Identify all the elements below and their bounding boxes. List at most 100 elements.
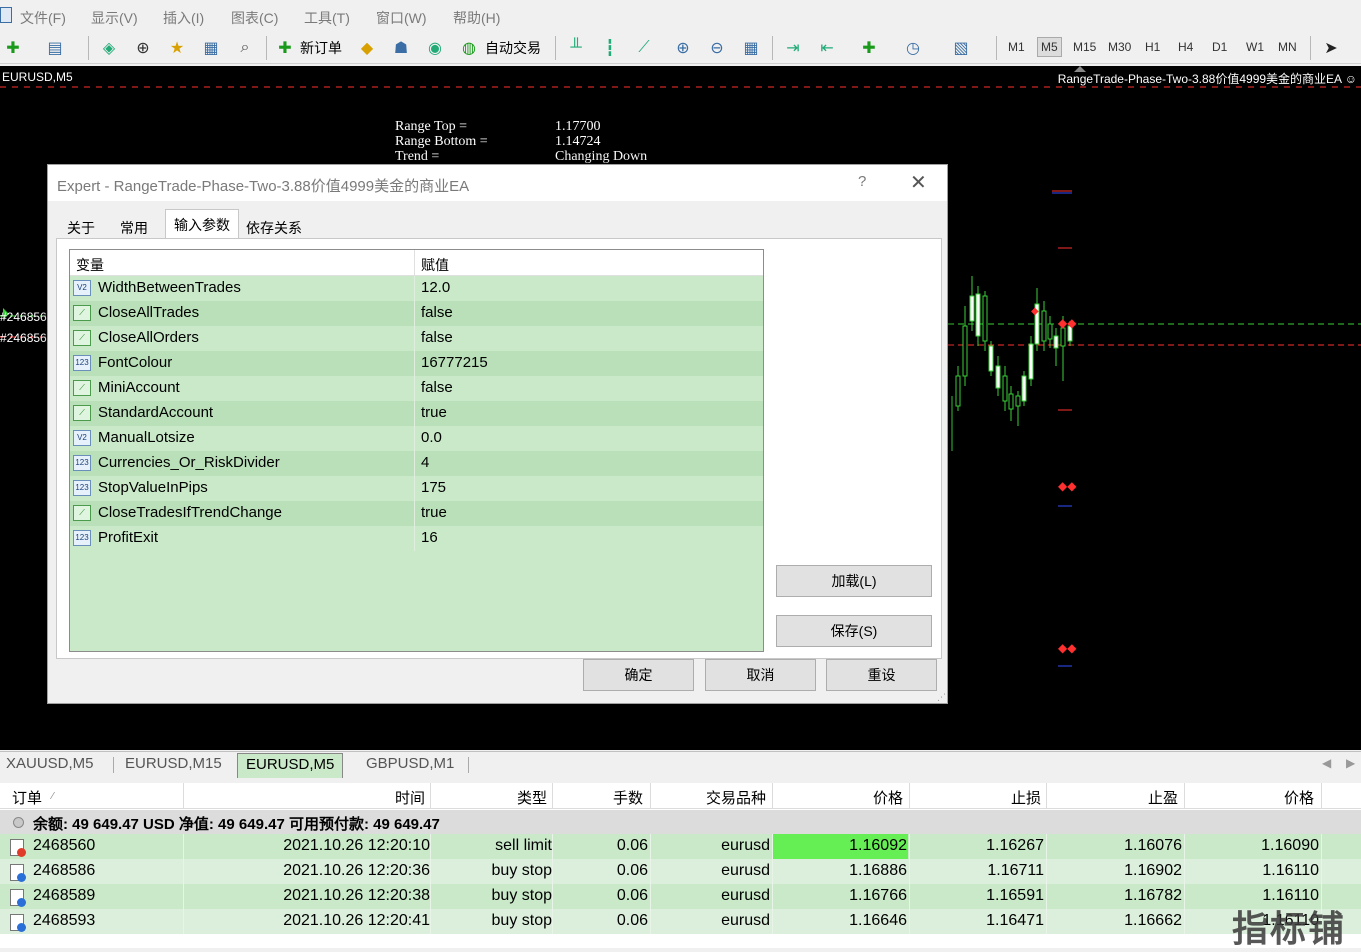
col-current-price[interactable]: 价格 [1284, 787, 1314, 808]
strategy-tester-icon[interactable]: ⌕ [232, 35, 258, 61]
parameter-value[interactable]: 16 [421, 529, 438, 546]
resize-grip-icon[interactable]: ⋰ [937, 692, 946, 703]
indicators-icon[interactable]: ✚ [856, 35, 882, 61]
data-window-icon[interactable]: ⊕ [130, 35, 156, 61]
chart-ea-label[interactable]: RangeTrade-Phase-Two-3.88价值4999美金的商业EA ☺ [1058, 70, 1357, 87]
tab-dependencies[interactable]: 依存关系 [237, 212, 311, 238]
signals-icon[interactable]: ☗ [388, 35, 414, 61]
metaeditor-icon[interactable]: ◆ [354, 35, 380, 61]
bar-chart-icon[interactable]: ╨ [563, 35, 589, 61]
balance-row[interactable]: 余额: 49 649.47 USD 净值: 49 649.47 可用预付款: 4… [0, 810, 1361, 834]
templates-icon[interactable]: ▧ [948, 35, 974, 61]
col-order[interactable]: 订单 [12, 787, 42, 808]
new-order-button[interactable]: 新订单 [300, 38, 342, 58]
parameter-row[interactable]: 123 Currencies_Or_RiskDivider 4 [70, 451, 763, 476]
ok-button[interactable]: 确定 [583, 659, 694, 691]
auto-trading-button[interactable]: 自动交易 [485, 38, 541, 58]
reset-button[interactable]: 重设 [826, 659, 937, 691]
help-button[interactable]: ? [858, 173, 866, 190]
order-row[interactable]: 2468589 2021.10.26 12:20:38 buy stop 0.06 eu… [0, 884, 1361, 909]
timeframe-d1[interactable]: D1 [1212, 40, 1227, 54]
close-icon[interactable]: ✕ [910, 170, 927, 195]
parameter-row[interactable]: ⟋ CloseAllOrders false [70, 326, 763, 351]
terminal-icon[interactable]: ▦ [198, 35, 224, 61]
dialog-titlebar[interactable]: Expert - RangeTrade-Phase-Two-3.88价值4999… [48, 165, 947, 201]
parameter-row[interactable]: ⟋ StandardAccount true [70, 401, 763, 426]
candlestick-icon[interactable]: ┇ [597, 35, 623, 61]
timeframe-mn[interactable]: MN [1278, 40, 1297, 54]
col-lots[interactable]: 手数 [613, 787, 643, 808]
save-button[interactable]: 保存(S) [776, 615, 932, 647]
new-chart-icon[interactable]: ✚ [0, 35, 26, 61]
auto-scroll-icon[interactable]: ⇥ [780, 35, 806, 61]
profiles-icon[interactable]: ▤ [42, 35, 68, 61]
parameter-value[interactable]: 12.0 [421, 279, 450, 296]
parameter-row[interactable]: V2 WidthBetweenTrades 12.0 [70, 276, 763, 301]
timeframe-w1[interactable]: W1 [1246, 40, 1264, 54]
scroll-left-icon[interactable]: ◀ [1322, 756, 1331, 770]
col-symbol[interactable]: 交易品种 [706, 787, 766, 808]
chart-tab[interactable]: XAUUSD,M5 [6, 755, 94, 772]
zoom-out-icon[interactable]: ⊖ [704, 35, 730, 61]
tile-windows-icon[interactable]: ▦ [738, 35, 764, 61]
parameter-row[interactable]: ⟋ CloseAllTrades false [70, 301, 763, 326]
menu-charts[interactable]: 图表(C) [231, 8, 278, 28]
menu-help[interactable]: 帮助(H) [453, 8, 500, 28]
timeframe-h4[interactable]: H4 [1178, 40, 1193, 54]
market-watch-icon[interactable]: ◈ [96, 35, 122, 61]
tab-about[interactable]: 关于 [58, 212, 104, 238]
menu-window[interactable]: 窗口(W) [376, 8, 427, 28]
chart-tab-active[interactable]: EURUSD,M5 [237, 753, 344, 778]
parameter-row[interactable]: V2 ManualLotsize 0.0 [70, 426, 763, 451]
timeframe-m30[interactable]: M30 [1108, 40, 1131, 54]
tab-common[interactable]: 常用 [111, 212, 157, 238]
menu-insert[interactable]: 插入(I) [163, 8, 204, 28]
auto-trading-icon[interactable]: ◍ [456, 35, 482, 61]
timeframe-m1[interactable]: M1 [1008, 40, 1025, 54]
parameter-value[interactable]: false [421, 304, 453, 321]
menu-file[interactable]: 文件(F) [20, 8, 66, 28]
parameter-value[interactable]: true [421, 504, 447, 521]
new-order-icon[interactable]: ✚ [272, 35, 298, 61]
load-button[interactable]: 加载(L) [776, 565, 932, 597]
parameter-row[interactable]: ⟋ MiniAccount false [70, 376, 763, 401]
parameters-table[interactable]: 变量 赋值 V2 WidthBetweenTrades 12.0 ⟋ CloseAllT… [69, 249, 764, 652]
cancel-button[interactable]: 取消 [705, 659, 816, 691]
order-row[interactable]: 2468560 2021.10.26 12:20:10 sell limit 0.06… [0, 834, 1361, 859]
col-type[interactable]: 类型 [517, 787, 547, 808]
parameter-value[interactable]: 16777215 [421, 354, 488, 371]
chart-tab[interactable]: EURUSD,M15 [125, 755, 222, 772]
menu-tools[interactable]: 工具(T) [304, 8, 350, 28]
parameter-row[interactable]: 123 StopValueInPips 175 [70, 476, 763, 501]
parameter-value[interactable]: 4 [421, 454, 429, 471]
timeframe-m5[interactable]: M5 [1037, 37, 1062, 57]
tab-inputs[interactable]: 输入参数 [165, 209, 239, 239]
menu-view[interactable]: 显示(V) [91, 8, 138, 28]
chart-shift-icon[interactable]: ⇤ [814, 35, 840, 61]
timeframe-m15[interactable]: M15 [1073, 40, 1096, 54]
parameter-value[interactable]: 175 [421, 479, 446, 496]
parameter-row[interactable]: ⟋ CloseTradesIfTrendChange true [70, 501, 763, 526]
col-price[interactable]: 价格 [873, 787, 903, 808]
navigator-icon[interactable]: ★ [164, 35, 190, 61]
zoom-in-icon[interactable]: ⊕ [670, 35, 696, 61]
scroll-right-icon[interactable]: ▶ [1346, 756, 1355, 770]
col-tp[interactable]: 止盈 [1148, 787, 1178, 808]
timeframe-h1[interactable]: H1 [1145, 40, 1160, 54]
order-row[interactable]: 2468586 2021.10.26 12:20:36 buy stop 0.06 eu… [0, 859, 1361, 884]
parameter-value[interactable]: 0.0 [421, 429, 442, 446]
chart-tab[interactable]: GBPUSD,M1 [366, 755, 454, 772]
column-value[interactable]: 赋值 [421, 255, 449, 275]
periods-icon[interactable]: ◷ [900, 35, 926, 61]
market-icon[interactable]: ◉ [422, 35, 448, 61]
parameter-value[interactable]: false [421, 379, 453, 396]
parameter-value[interactable]: true [421, 404, 447, 421]
line-chart-icon[interactable]: ⟋ [631, 35, 657, 61]
col-sl[interactable]: 止损 [1011, 787, 1041, 808]
col-time[interactable]: 时间 [395, 787, 425, 808]
order-row[interactable]: 2468593 2021.10.26 12:20:41 buy stop 0.06 eu… [0, 909, 1361, 934]
parameter-value[interactable]: false [421, 329, 453, 346]
parameter-row[interactable]: 123 ProfitExit 16 [70, 526, 763, 551]
cursor-icon[interactable]: ➤ [1318, 35, 1344, 61]
parameter-row[interactable]: 123 FontColour 16777215 [70, 351, 763, 376]
